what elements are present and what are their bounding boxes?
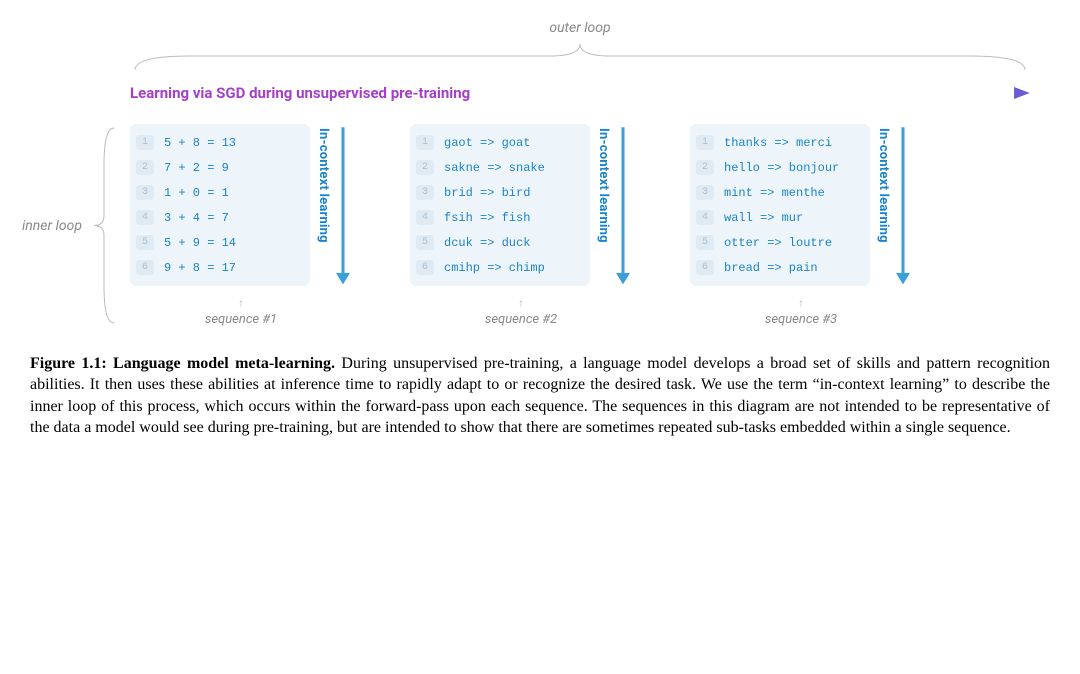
panel-row: 2 hello => bonjour [690,155,870,180]
row-text: 5 + 9 = 14 [164,236,236,250]
sequence-label: ↑ sequence #2 [410,296,632,327]
sgd-arrow-row: Learning via SGD during unsupervised pre… [130,84,1030,102]
panel-row: 1 5 + 8 = 13 [130,130,310,155]
row-number: 6 [136,260,154,275]
row-text: mint => menthe [724,186,825,200]
row-text: 5 + 8 = 13 [164,136,236,150]
row-number: 5 [696,235,714,250]
panel-row: 2 7 + 2 = 9 [130,155,310,180]
panel-row: 5 dcuk => duck [410,230,590,255]
panel-row: 1 thanks => merci [690,130,870,155]
panel-group: 1 5 + 8 = 13 2 7 + 2 = 9 3 1 + 0 = 1 4 3 + 4… [130,124,352,286]
sgd-arrow-icon [484,86,1030,100]
row-text: otter => loutre [724,236,832,250]
row-text: brid => bird [444,186,530,200]
panels-wrap: inner loop 15 + 8 = 13 27 + 2 = 9 31 + 0… [130,124,1030,327]
row-number: 4 [696,210,714,225]
sequence-panel: 1 thanks => merci 2 hello => bonjour 3 mint… [690,124,870,286]
row-number: 2 [696,160,714,175]
row-number: 4 [416,210,434,225]
inner-loop-label: inner loop [22,218,82,234]
sequence-label-text: sequence #1 [205,312,277,327]
sequence-labels: ↑ sequence #1 ↑ sequence #2 ↑ sequence #… [130,296,1030,327]
row-text: gaot => goat [444,136,530,150]
row-text: 1 + 0 = 1 [164,186,229,200]
sequence-label: ↑ sequence #3 [690,296,912,327]
row-number: 5 [416,235,434,250]
sequence-label-text: sequence #3 [765,312,837,327]
panel-row: 2 sakne => snake [410,155,590,180]
outer-loop-label: outer loop [130,20,1030,36]
panel-row: 3 1 + 0 = 1 [130,180,310,205]
row-number: 3 [136,185,154,200]
in-context-label: In-context learning [876,128,891,243]
row-number: 1 [696,135,714,150]
panel-row: 3 brid => bird [410,180,590,205]
row-text: bread => pain [724,261,818,275]
row-text: wall => mur [724,211,803,225]
row-number: 6 [696,260,714,275]
in-context-label: In-context learning [316,128,331,243]
panel-group: 1 gaot => goat 2 sakne => snake 3 brid => b… [410,124,632,286]
panel-row: 6 bread => pain [690,255,870,280]
up-arrow-icon: ↑ [130,296,352,310]
row-text: hello => bonjour [724,161,839,175]
row-number: 1 [416,135,434,150]
panel-row: 4 fsih => fish [410,205,590,230]
outer-loop-brace [130,42,1030,72]
row-text: dcuk => duck [444,236,530,250]
sequence-label: ↑ sequence #1 [130,296,352,327]
panel-row: 4 wall => mur [690,205,870,230]
row-text: cmihp => chimp [444,261,545,275]
sequence-label-text: sequence #2 [485,312,557,327]
in-context-arrow: In-context learning [598,124,632,286]
panel-row: 1 gaot => goat [410,130,590,155]
figure-title: Figure 1.1: Language model meta-learning… [30,355,335,372]
panel-row: 4 3 + 4 = 7 [130,205,310,230]
diagram: outer loop Learning via SGD during unsup… [130,20,1030,327]
figure-caption: Figure 1.1: Language model meta-learning… [30,353,1050,439]
inner-loop-brace [90,124,118,327]
row-number: 2 [136,160,154,175]
sequence-panel: 1 5 + 8 = 13 2 7 + 2 = 9 3 1 + 0 = 1 4 3 + 4… [130,124,310,286]
row-text: 3 + 4 = 7 [164,211,229,225]
panel-row: 5 5 + 9 = 14 [130,230,310,255]
sequence-panel: 1 gaot => goat 2 sakne => snake 3 brid => b… [410,124,590,286]
panel-row: 5 otter => loutre [690,230,870,255]
row-number: 2 [416,160,434,175]
in-context-label: In-context learning [596,128,611,243]
row-number: 5 [136,235,154,250]
row-text: 9 + 8 = 17 [164,261,236,275]
panels: 1 5 + 8 = 13 2 7 + 2 = 9 3 1 + 0 = 1 4 3 + 4… [130,124,1030,286]
sgd-label: Learning via SGD during unsupervised pre… [130,84,470,102]
panel-group: 1 thanks => merci 2 hello => bonjour 3 mint… [690,124,912,286]
row-text: sakne => snake [444,161,545,175]
row-text: 7 + 2 = 9 [164,161,229,175]
row-text: thanks => merci [724,136,832,150]
row-number: 3 [416,185,434,200]
panel-row: 3 mint => menthe [690,180,870,205]
row-number: 4 [136,210,154,225]
row-text: fsih => fish [444,211,530,225]
in-context-arrow: In-context learning [318,124,352,286]
row-number: 1 [136,135,154,150]
up-arrow-icon: ↑ [410,296,632,310]
in-context-arrow: In-context learning [878,124,912,286]
panel-row: 6 9 + 8 = 17 [130,255,310,280]
row-number: 3 [696,185,714,200]
row-number: 6 [416,260,434,275]
up-arrow-icon: ↑ [690,296,912,310]
panel-row: 6 cmihp => chimp [410,255,590,280]
